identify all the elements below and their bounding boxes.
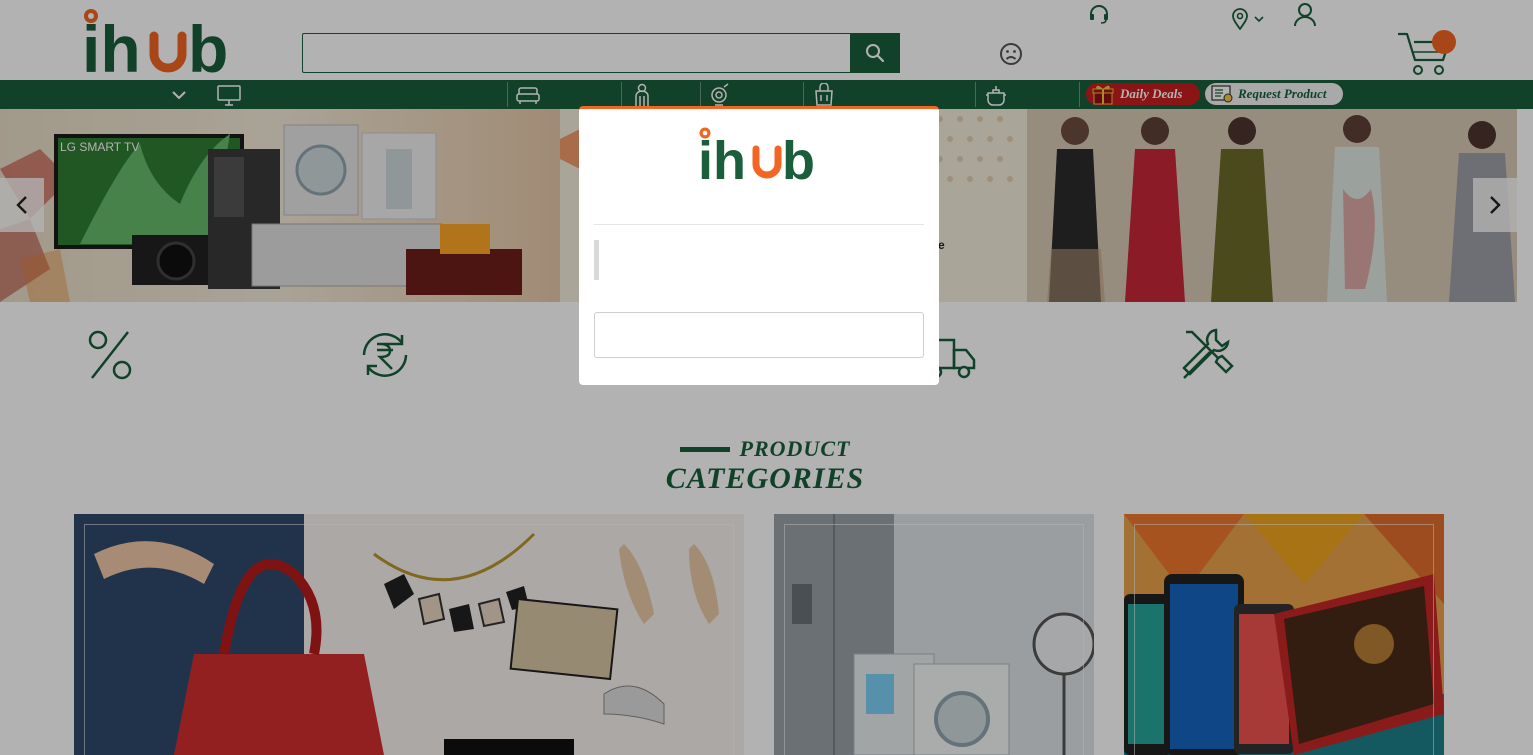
svg-text:b: b	[782, 131, 815, 183]
modal-dialog: ih b	[579, 106, 939, 385]
modal-loading-bar	[594, 240, 599, 280]
page: ih b Daily Deals Request Product LG SMAR…	[0, 0, 1533, 755]
modal-ihub-logo: ih b	[698, 127, 815, 183]
modal-divider	[594, 224, 924, 225]
modal-input[interactable]	[594, 312, 924, 358]
svg-text:ih: ih	[698, 131, 746, 183]
